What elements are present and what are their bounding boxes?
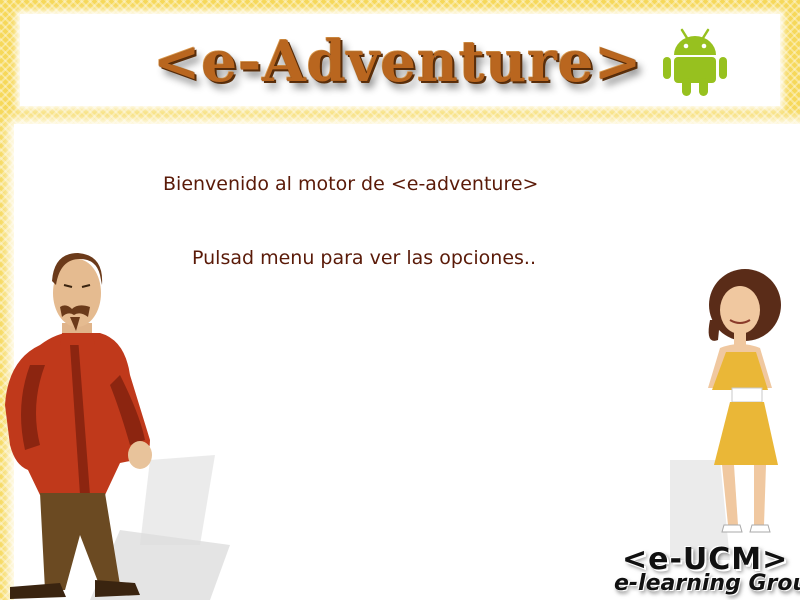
man-character-illustration (5, 253, 230, 600)
woman-character-illustration (670, 269, 781, 560)
android-icon (663, 28, 727, 96)
menu-hint-text: Pulsad menu para ver las opciones.. (192, 247, 536, 269)
e-adventure-logo: <e-Adventure> (153, 29, 643, 95)
welcome-text: Bienvenido al motor de <e-adventure> (163, 173, 539, 195)
e-ucm-logo: <e-UCM> e-learning Group (604, 542, 800, 600)
e-ucm-logo-subtitle: e-learning Group (614, 571, 800, 596)
